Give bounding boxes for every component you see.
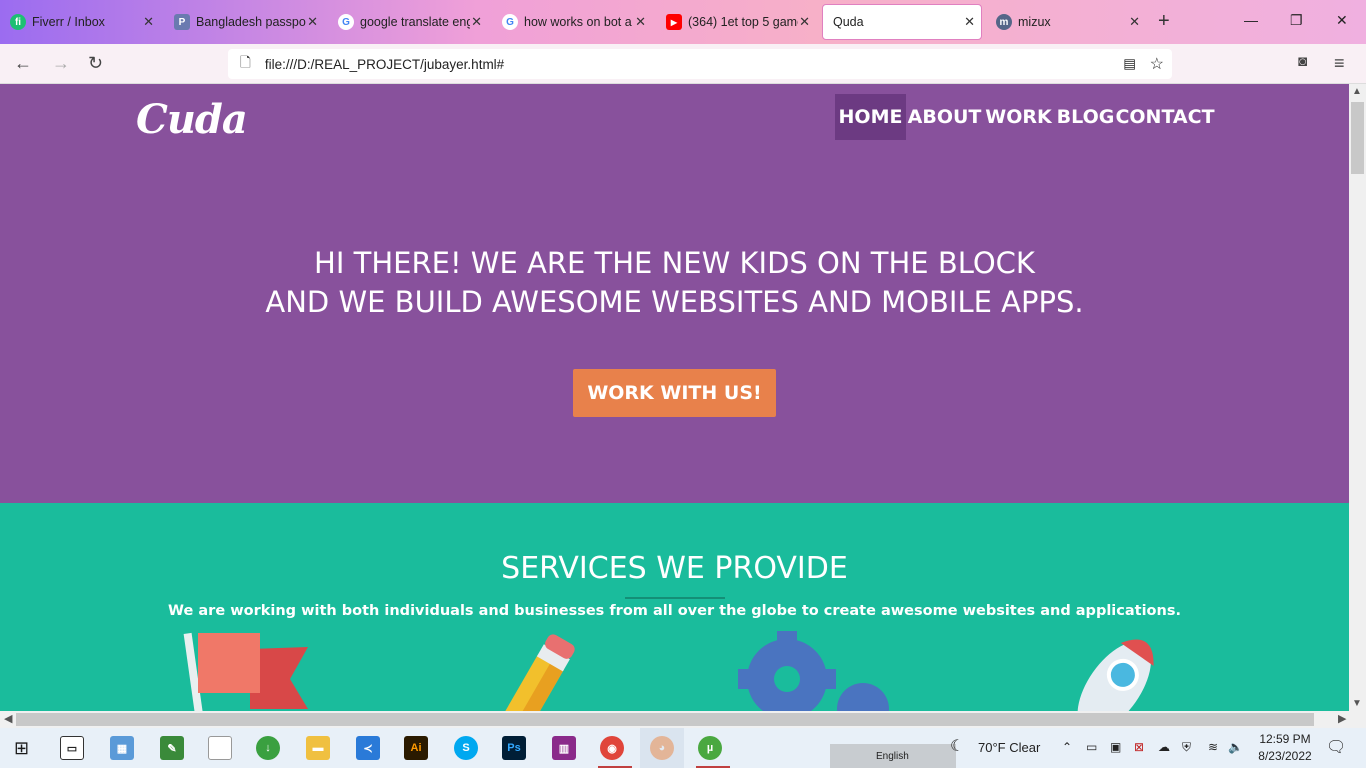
notification-icon[interactable]: 🗨 xyxy=(1326,737,1346,757)
horizontal-scrollbar-thumb[interactable] xyxy=(16,713,1314,726)
browser-tab-bar: fi Fiverr / Inbox ✕ P Bangladesh passpor… xyxy=(0,0,1366,44)
bookmark-star-icon[interactable]: ☆ xyxy=(1150,54,1164,74)
language-bar[interactable]: English xyxy=(830,744,956,768)
menu-icon[interactable]: ≡ xyxy=(1334,53,1345,74)
tab-youtube[interactable]: ▶ (364) 1et top 5 game ✕ xyxy=(656,4,816,40)
nav-blog[interactable]: BLOG xyxy=(1054,94,1117,140)
rocket-icon xyxy=(1077,639,1154,711)
device-icon[interactable]: ▣ xyxy=(1110,740,1121,754)
vertical-scrollbar-thumb[interactable] xyxy=(1351,102,1364,174)
photoshop-icon[interactable]: Ps xyxy=(502,736,526,760)
google-icon: G xyxy=(338,14,354,30)
address-bar[interactable]: 🗋 file:///D:/REAL_PROJECT/jubayer.html# … xyxy=(228,49,1172,79)
system-clock[interactable]: 12:59 PM 8/23/2022 xyxy=(1250,731,1320,765)
reader-view-icon[interactable]: ▤ xyxy=(1123,56,1136,72)
notepad-icon[interactable]: ✎ xyxy=(160,736,184,760)
reload-icon[interactable]: ↻ xyxy=(88,53,103,74)
browser-toolbar: ← → ↻ 🗋 file:///D:/REAL_PROJECT/jubayer.… xyxy=(0,44,1366,84)
battery-icon[interactable]: ▭ xyxy=(1086,740,1097,754)
close-tab-icon[interactable]: ✕ xyxy=(143,14,154,30)
nav-work[interactable]: WORK xyxy=(983,94,1054,140)
acrobat-icon[interactable]: ⊠ xyxy=(1134,740,1144,754)
back-icon[interactable]: ← xyxy=(14,53,32,74)
close-tab-icon[interactable]: ✕ xyxy=(471,14,482,30)
services-subtitle: We are working with both individuals and… xyxy=(168,603,1181,619)
control-panel-icon[interactable]: ▦ xyxy=(110,736,134,760)
show-hidden-icons-icon[interactable]: ⌃ xyxy=(1062,740,1072,754)
scroll-up-icon[interactable]: ▲ xyxy=(1352,86,1362,97)
scroll-left-icon[interactable]: ◀ xyxy=(4,712,12,725)
headline-line-1: HI THERE! WE ARE THE NEW KIDS ON THE BLO… xyxy=(314,246,1035,280)
firefox-active-highlight xyxy=(640,728,684,768)
vscode-icon[interactable]: ≺ xyxy=(356,736,380,760)
nav-home[interactable]: HOME xyxy=(835,94,906,140)
windows-start-icon[interactable]: ⊞ xyxy=(14,738,29,759)
close-tab-icon[interactable]: ✕ xyxy=(964,14,975,30)
page-viewport: Cuda HOME ABOUT WORK BLOG CONTACT HI THE… xyxy=(0,84,1349,711)
tab-fiverr[interactable]: fi Fiverr / Inbox ✕ xyxy=(0,4,160,40)
work-with-us-button[interactable]: WORK WITH US! xyxy=(573,369,776,417)
skype-icon[interactable]: S xyxy=(454,736,478,760)
file-explorer-icon[interactable]: ▬ xyxy=(306,736,330,760)
tab-quda-active[interactable]: Quda ✕ xyxy=(822,4,982,40)
tab-passport[interactable]: P Bangladesh passport ✕ xyxy=(164,4,324,40)
file-icon[interactable] xyxy=(208,736,232,760)
chrome-icon[interactable]: ◉ xyxy=(600,736,624,760)
nav-contact[interactable]: CONTACT xyxy=(1115,94,1214,140)
pencil-icon xyxy=(502,634,575,711)
close-tab-icon[interactable]: ✕ xyxy=(1129,14,1140,30)
gears-icon xyxy=(738,631,889,711)
scroll-right-icon[interactable]: ▶ xyxy=(1338,712,1346,725)
new-tab-icon[interactable]: + xyxy=(1158,10,1170,33)
site-logo[interactable]: Cuda xyxy=(136,96,248,143)
tab-google-translate[interactable]: G google translate eng ✕ xyxy=(328,4,488,40)
youtube-icon: ▶ xyxy=(666,14,682,30)
services-title: SERVICES WE PROVIDE xyxy=(501,551,848,586)
pocket-icon[interactable]: ◙ xyxy=(1298,53,1307,70)
services-section: SERVICES WE PROVIDE We are working with … xyxy=(0,503,1349,711)
url-text: file:///D:/REAL_PROJECT/jubayer.html# xyxy=(264,56,505,72)
passport-icon: P xyxy=(174,14,190,30)
volume-icon[interactable]: 🔈 xyxy=(1228,740,1243,754)
close-tab-icon[interactable]: ✕ xyxy=(635,14,646,30)
restore-icon[interactable]: ❐ xyxy=(1290,12,1303,29)
weather-text[interactable]: 70°F Clear xyxy=(978,740,1040,755)
google-icon: G xyxy=(502,14,518,30)
close-tab-icon[interactable]: ✕ xyxy=(307,14,318,30)
avatar-icon: m xyxy=(996,14,1012,30)
illustrator-icon[interactable]: Ai xyxy=(404,736,428,760)
fiverr-icon: fi xyxy=(10,14,26,30)
tab-google-search[interactable]: G how works on bot a ✕ xyxy=(492,4,652,40)
wifi-icon[interactable]: ≋ xyxy=(1208,740,1218,754)
vertical-scrollbar[interactable] xyxy=(1349,84,1366,711)
task-view-icon[interactable]: ▭ xyxy=(60,736,84,760)
hero-headline: HI THERE! WE ARE THE NEW KIDS ON THE BLO… xyxy=(0,244,1349,322)
idm-icon[interactable]: ↓ xyxy=(256,736,280,760)
scroll-down-icon[interactable]: ▼ xyxy=(1352,698,1362,709)
utorrent-icon[interactable]: µ xyxy=(698,736,722,760)
title-divider xyxy=(625,597,725,599)
cloud-off-icon[interactable]: ☁ xyxy=(1158,740,1170,754)
hero-section: Cuda HOME ABOUT WORK BLOG CONTACT HI THE… xyxy=(0,84,1349,503)
flag-icon xyxy=(183,632,308,711)
headline-line-2: AND WE BUILD AWESOME WEBSITES AND MOBILE… xyxy=(265,285,1084,319)
winrar-icon[interactable]: ▥ xyxy=(552,736,576,760)
nav-about[interactable]: ABOUT xyxy=(906,94,983,140)
moon-icon: ☾ xyxy=(950,738,965,755)
page-icon: 🗋 xyxy=(240,54,251,70)
shield-icon[interactable]: ⛨ xyxy=(1182,740,1191,755)
tab-mizux[interactable]: m mizux ✕ xyxy=(986,4,1146,40)
close-tab-icon[interactable]: ✕ xyxy=(799,14,810,30)
minimize-icon[interactable]: — xyxy=(1244,12,1258,28)
forward-icon[interactable]: → xyxy=(52,53,70,74)
close-window-icon[interactable]: ✕ xyxy=(1336,12,1348,29)
